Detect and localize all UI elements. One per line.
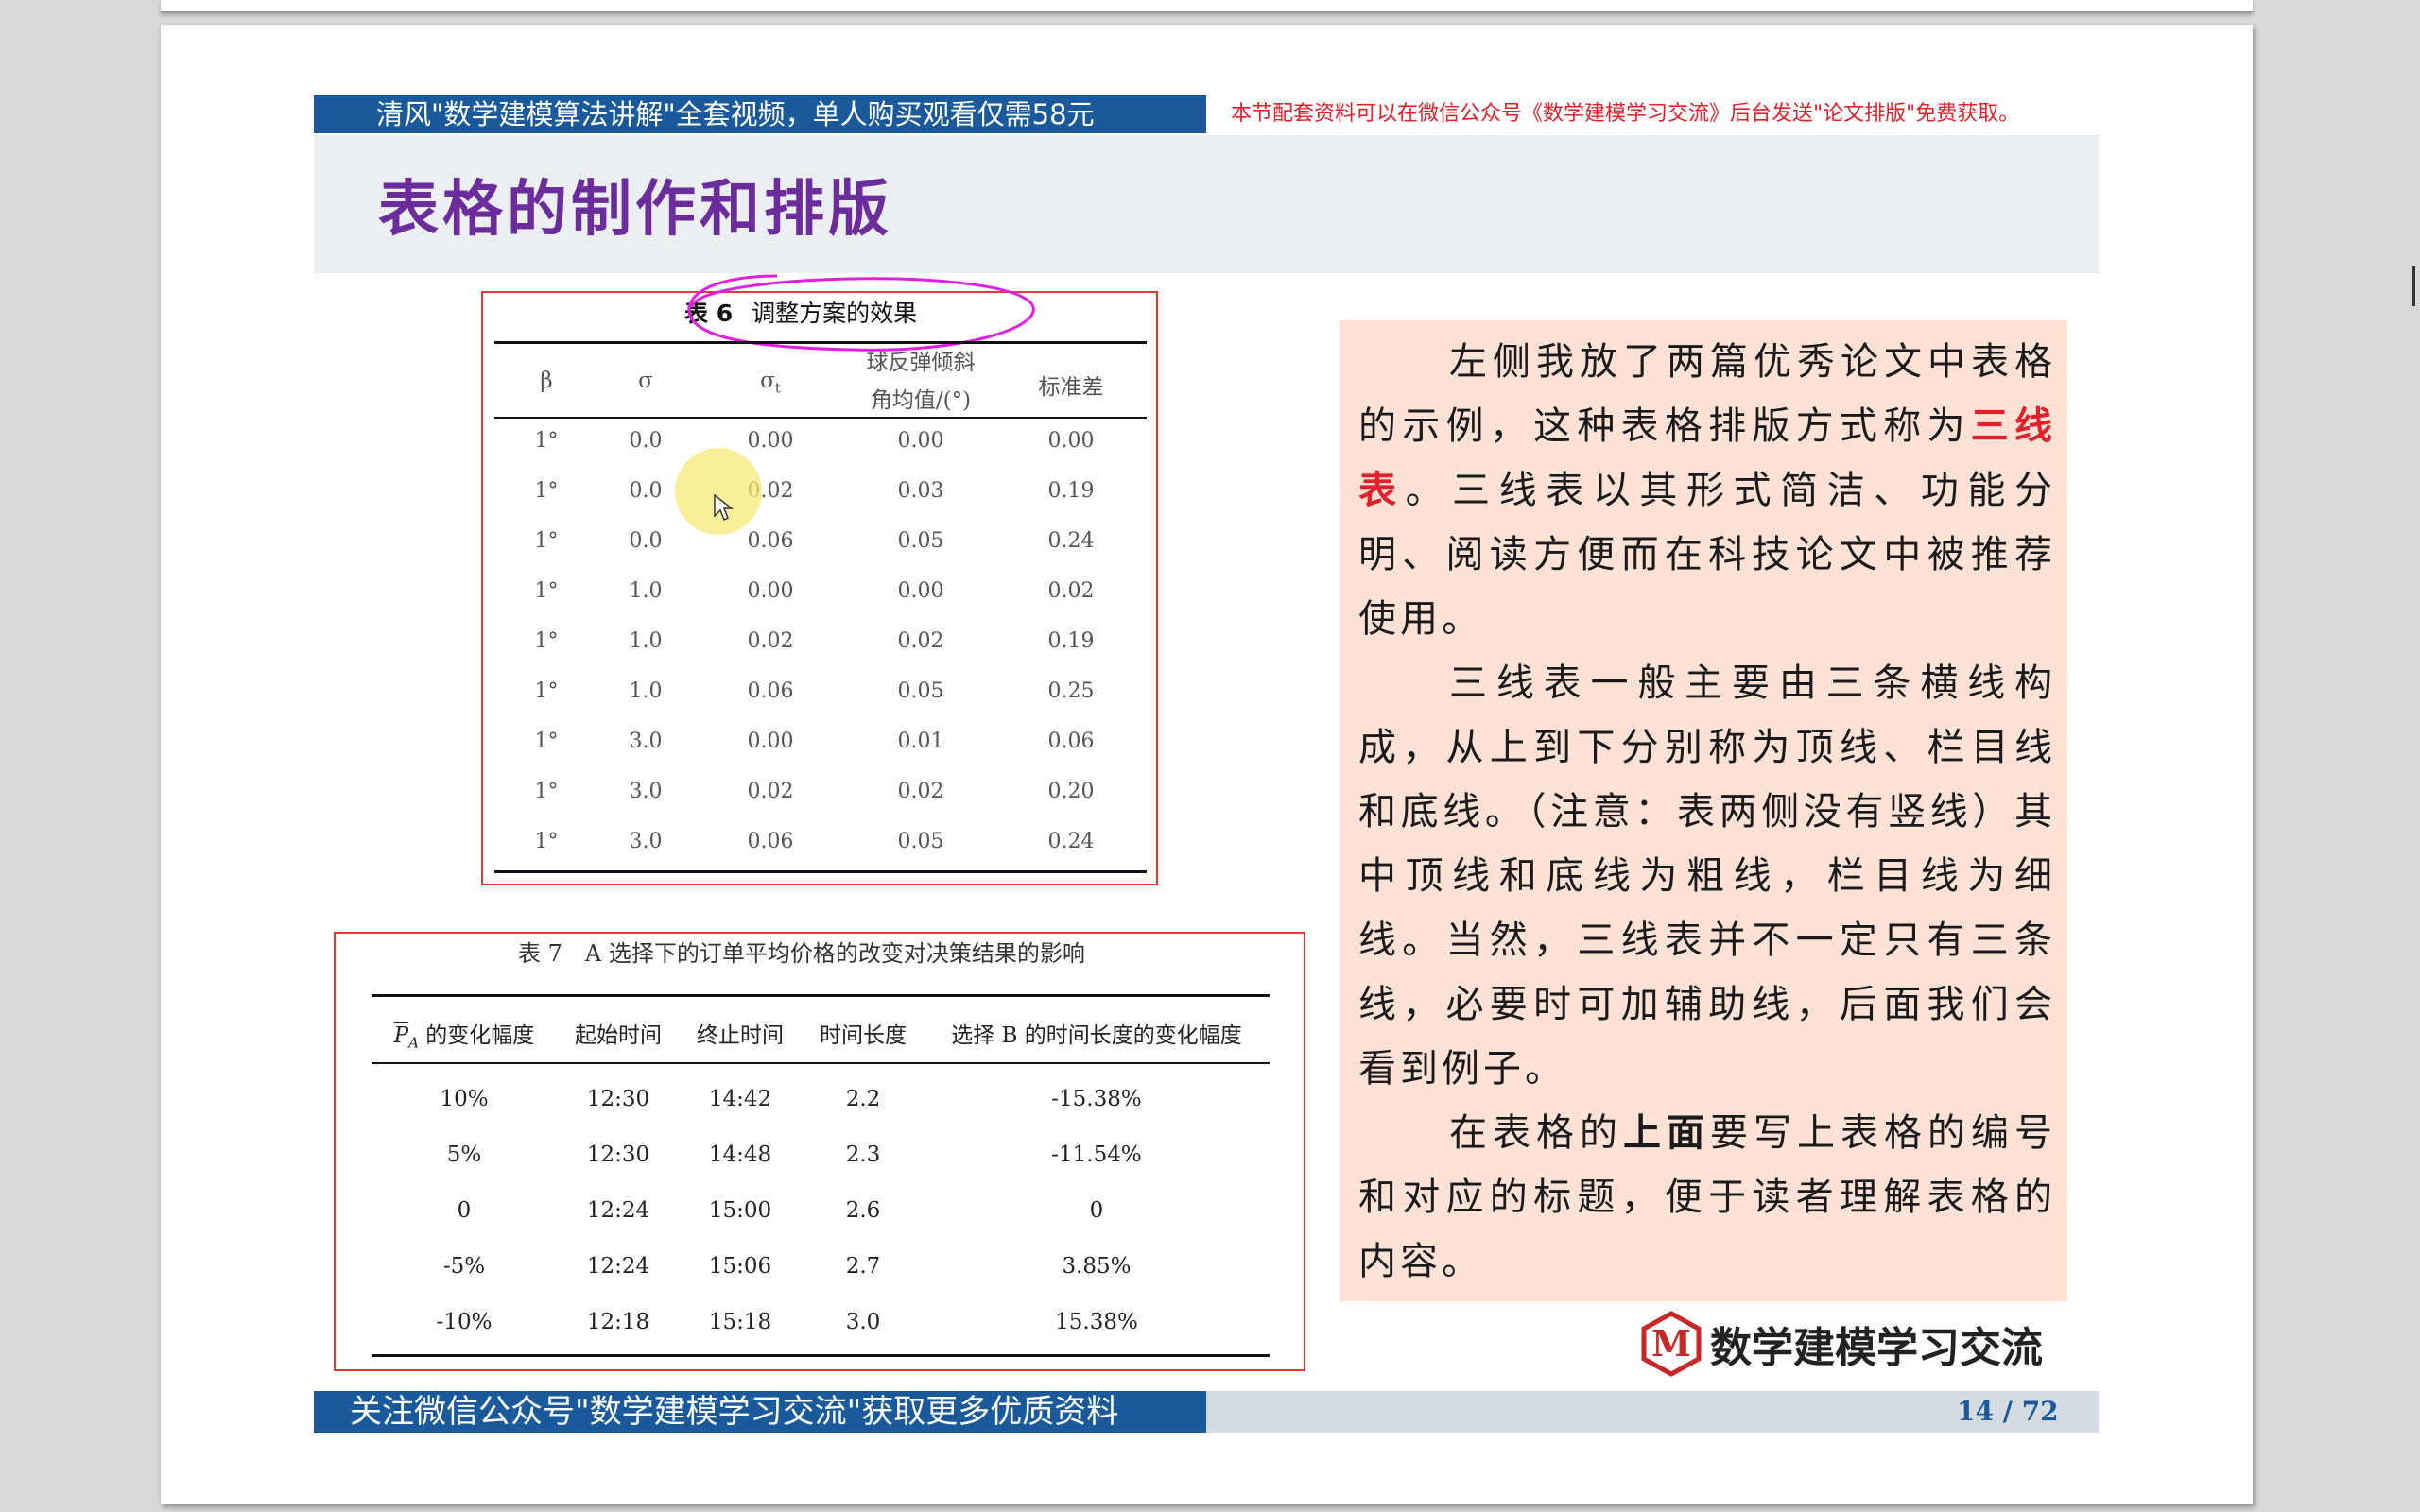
table6-cell: 0.03 (897, 479, 944, 503)
table6-cell: 1.0 (629, 579, 663, 603)
table6-cell: 3.0 (629, 830, 663, 853)
table7-cell: -15.38% (1051, 1087, 1142, 1111)
table6-cell: 0.20 (1047, 780, 1095, 803)
table7-caption: 表 7 A 选择下的订单平均价格的改变对决策结果的影响 (518, 940, 1085, 967)
table7-header-cell: PA 的变化幅度 (393, 1023, 535, 1052)
brand-logo: M 数学建模学习交流 (1638, 1311, 2043, 1377)
table6-cell: 0.02 (897, 780, 944, 803)
table7-cell: 5% (446, 1143, 482, 1167)
page-number: 14 / 72 (1957, 1396, 2059, 1427)
table6-cell: 0.06 (747, 830, 794, 853)
table7-cell: 2.2 (845, 1087, 881, 1111)
table6-cell: 0.24 (1047, 830, 1095, 853)
table6-cell: 0.00 (1047, 429, 1095, 453)
table6-cell: 0.06 (1047, 730, 1095, 753)
table6-cell: 0.00 (897, 579, 944, 603)
logo-text: 数学建模学习交流 (1710, 1324, 2043, 1372)
bottom-banner: 关注微信公众号"数学建模学习交流"获取更多优质资料 (314, 1391, 1206, 1433)
table6-cell: 1.0 (629, 629, 663, 653)
table6-cell: 0.00 (747, 730, 794, 753)
logo-hexagon-icon: M (1641, 1311, 1702, 1377)
explanation-paragraph-2: 三线表一般主要由三条横线构成，从上到下分别称为顶线、栏目线和底线。（注意：表两侧… (1358, 662, 2056, 1091)
table6-top-rule (494, 341, 1147, 344)
table6-cell: 0.25 (1047, 679, 1095, 703)
top-banner: 清风"数学建模算法讲解"全套视频，单人购买观看仅需58元 (314, 95, 1206, 133)
p1-text-b: 。三线表以其形式简洁、功能分明、阅读方便而在科技论文中被推荐使用。 (1358, 469, 2057, 641)
table6-header-subscript: t (774, 379, 781, 397)
table7-header-cell: 起始时间 (575, 1023, 662, 1048)
table7-cell: 14:48 (708, 1143, 772, 1167)
table7-header-rule (372, 1062, 1270, 1064)
table7-cell: 10% (440, 1087, 489, 1111)
resource-note: 本节配套资料可以在微信公众号《数学建模学习交流》后台发送"论文排版"免费获取。 (1231, 102, 2020, 126)
table6-cell: 0.05 (897, 679, 944, 703)
table7-header-symbol: P (393, 1023, 409, 1048)
table6-bottom-rule (494, 870, 1147, 873)
table7-bottom-rule (372, 1354, 1270, 1357)
table7-cell: 3.85% (1062, 1254, 1132, 1279)
text-cursor-mark (2412, 266, 2415, 306)
table7-header-cell: 终止时间 (697, 1023, 784, 1048)
table7-cell: 15:18 (708, 1310, 772, 1334)
table6-cell: 0.06 (747, 679, 794, 703)
table6-cell: 0.02 (747, 780, 794, 803)
table6-header-cell: 球反弹倾斜 (866, 351, 976, 375)
table7-cell: 12:24 (586, 1198, 650, 1223)
table6-cell: 0.24 (1047, 529, 1095, 553)
table7-cell: 14:42 (708, 1087, 772, 1111)
table7-cell: 12:30 (586, 1087, 650, 1111)
table6-cell: 0.19 (1047, 629, 1095, 653)
table7-cell: 2.7 (845, 1254, 881, 1279)
table7-cell: 0 (457, 1198, 472, 1223)
table6-cell: 0.05 (897, 529, 944, 553)
table7-header-cell: 选择 B 的时间长度的变化幅度 (951, 1023, 1242, 1048)
table6-cell: 1.0 (629, 679, 663, 703)
table7-cell: 2.6 (845, 1198, 881, 1223)
table6-cell: 0.19 (1047, 479, 1095, 503)
table6-header-cell: σ (638, 369, 653, 393)
table7-cell: 15:06 (708, 1254, 772, 1279)
table7-cell: 12:18 (586, 1310, 650, 1334)
explanation-paragraph-3: 在表格的上面要写上表格的编号和对应的标题，便于读者理解表格的内容。 (1358, 1101, 2056, 1294)
table6-header-rule (494, 417, 1147, 419)
table6-cell: 0.02 (1047, 579, 1095, 603)
table7-cell: -10% (436, 1310, 493, 1334)
table7-cell: 15:00 (708, 1198, 772, 1223)
table6-cell: 0.00 (747, 579, 794, 603)
p3-keyword: 上面 (1623, 1110, 1710, 1155)
table7-cell: 2.3 (845, 1143, 881, 1167)
table7-cell: 0 (1089, 1198, 1104, 1223)
table6-header-cell: 标准差 (1038, 375, 1104, 400)
mouse-pointer-icon (714, 493, 734, 522)
table6-cell: 0.05 (897, 830, 944, 853)
table6-cell: 3.0 (629, 730, 663, 753)
table7-header-subscript: A (408, 1034, 419, 1052)
previous-slide-edge (161, 0, 2253, 13)
table6-cell: 0.02 (897, 629, 944, 653)
table6-cell: 0.01 (897, 730, 944, 753)
table6-cell: 0.02 (747, 629, 794, 653)
slide-title: 表格的制作和排版 (378, 174, 892, 245)
table6-cell: 0.0 (629, 429, 663, 453)
table6-cell: 3.0 (629, 780, 663, 803)
table7-header-cell: 时间长度 (820, 1023, 907, 1048)
table6-header-cell-line2: 角均值/(°) (870, 388, 972, 413)
table6-header-cell: σt (760, 369, 781, 397)
table7-cell: -11.54% (1051, 1143, 1142, 1167)
p1-text-a: 左侧我放了两篇优秀论文中表格的示例，这种表格排版方式称为 (1358, 340, 2056, 448)
table7-cell: 12:24 (586, 1254, 650, 1279)
table7-cell: 15.38% (1055, 1310, 1138, 1334)
explanation-paragraph-1: 左侧我放了两篇优秀论文中表格的示例，这种表格排版方式称为三线表。三线表以其形式简… (1358, 330, 2056, 651)
p3-text-a: 在表格的 (1449, 1111, 1623, 1155)
table7-cell: 3.0 (845, 1310, 881, 1334)
table6-cell: 0.0 (629, 529, 663, 553)
logo-letter: M (1651, 1322, 1691, 1365)
table6-cell: 0.00 (897, 429, 944, 453)
table7-top-rule (372, 994, 1270, 997)
table7-cell: -5% (442, 1254, 486, 1279)
cursor-highlight (675, 448, 762, 535)
table7-cell: 12:30 (586, 1143, 650, 1167)
